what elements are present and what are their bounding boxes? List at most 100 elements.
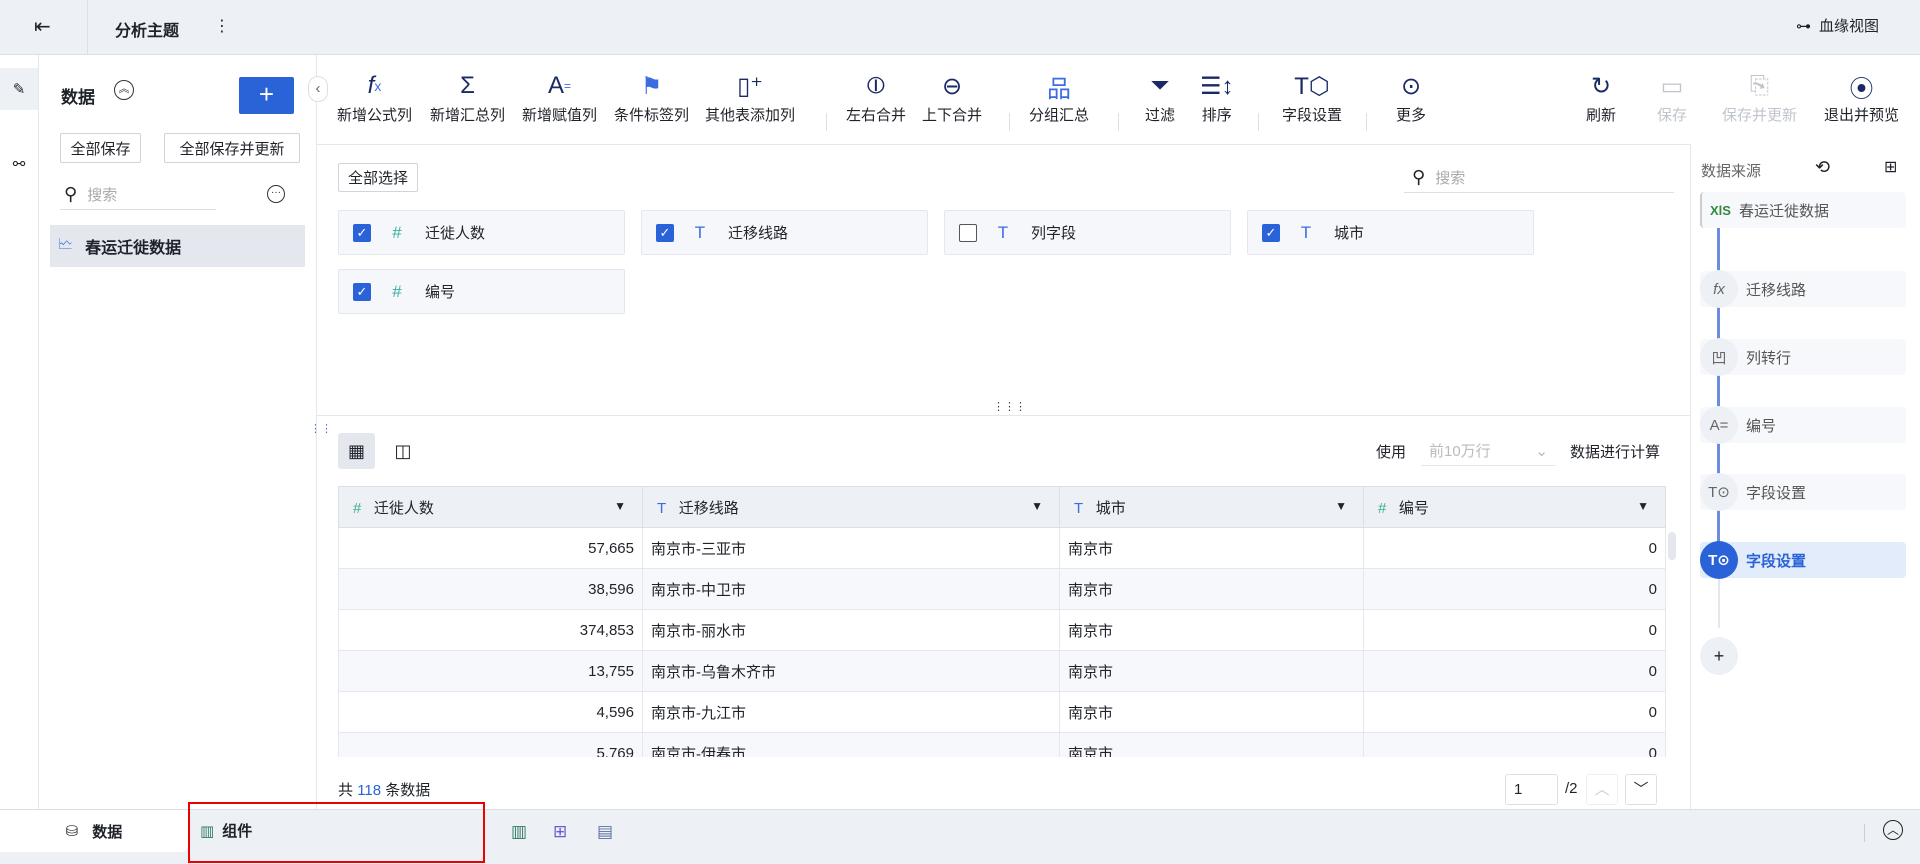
page-input[interactable]: 1 <box>1505 774 1558 805</box>
xls-icon: XlS <box>1710 202 1731 218</box>
caret-down-icon[interactable]: ▼ <box>1637 499 1649 513</box>
layout-view-button[interactable]: ◫ <box>388 433 418 469</box>
sort-icon: ☰↕ <box>1200 72 1234 100</box>
refresh-button[interactable]: ↻ 刷新 <box>1586 68 1616 125</box>
rows-select[interactable]: 前10万行 ⌄ <box>1421 436 1556 466</box>
data-edit-icon[interactable]: ✎ <box>0 68 38 110</box>
column-header[interactable]: # 迁徙人数 ▼ <box>338 486 643 528</box>
field-settings-button[interactable]: T⬡ 字段设置 <box>1282 68 1342 125</box>
add-report-icon[interactable]: ▤ <box>597 822 613 842</box>
field-card[interactable]: ✓ T 迁移线路 <box>641 210 928 255</box>
field-label: 编号 <box>425 284 456 301</box>
add-assign-column-button[interactable]: A = 新增赋值列 <box>522 68 597 125</box>
add-step-button[interactable]: + <box>1700 637 1738 675</box>
step-label: 编号 <box>1746 417 1777 435</box>
more-icon[interactable]: ··· <box>267 185 285 203</box>
step-node[interactable]: T⊙ 字段设置 <box>1700 473 1906 511</box>
step-node-active[interactable]: T⊙ 字段设置 <box>1700 541 1906 579</box>
save-button[interactable]: ▭ 保存 <box>1657 68 1687 125</box>
swap-icon[interactable]: ⊞ <box>1884 157 1897 177</box>
table-cell: 57,665 <box>338 527 643 569</box>
exit-icon[interactable]: ⇤ <box>34 14 51 39</box>
add-button[interactable]: + <box>239 77 294 114</box>
table-row[interactable]: 4,596 南京市-九江市 南京市 0 <box>338 691 1666 733</box>
search-input[interactable]: ⚲ 搜索 <box>60 180 216 210</box>
column-header[interactable]: T 迁移线路 ▼ <box>642 486 1060 528</box>
other-table-column-button[interactable]: ▯⁺ 其他表添加列 <box>705 68 795 125</box>
table-cell: 南京市 <box>1059 691 1364 733</box>
grid-view-button[interactable]: ▦ <box>338 433 375 469</box>
field-card[interactable]: T 列字段 <box>944 210 1231 255</box>
sort-button[interactable]: ☰↕ 排序 <box>1200 68 1234 125</box>
save-update-button[interactable]: ⎘ 保存并更新 <box>1722 68 1797 125</box>
checkbox-checked[interactable]: ✓ <box>656 223 674 242</box>
step-node[interactable]: 凹列转行 <box>1700 338 1906 376</box>
table-cell: 38,596 <box>338 568 643 610</box>
add-chart-icon[interactable]: ▥ <box>511 822 527 842</box>
checkbox-checked[interactable]: ✓ <box>1262 223 1280 242</box>
scrollbar[interactable] <box>1668 532 1676 560</box>
step-node[interactable]: fx 迁移线路 <box>1700 270 1906 308</box>
prev-page-button[interactable]: ︿ <box>1586 774 1618 805</box>
next-page-button[interactable]: ﹀ <box>1625 774 1657 805</box>
field-card[interactable]: ✓ # 迁徙人数 <box>338 210 625 255</box>
caret-down-icon[interactable]: ▼ <box>1031 499 1043 513</box>
add-table-icon[interactable]: ⊞ <box>553 822 567 842</box>
select-all-button[interactable]: 全部选择 <box>338 163 418 192</box>
table-row[interactable]: 374,853 南京市-丽水市 南京市 0 <box>338 609 1666 651</box>
step-node[interactable]: A= 编号 <box>1700 406 1906 444</box>
merge-lr-icon: ⦶ <box>867 72 885 99</box>
tool-label: 退出并预览 <box>1824 107 1900 124</box>
assign-icon: A= <box>1700 406 1738 444</box>
column-header[interactable]: # 编号 ▼ <box>1363 486 1666 528</box>
more-menu-icon[interactable]: ⋮ <box>214 16 230 36</box>
flow-icon[interactable]: ⚯ <box>0 155 38 173</box>
exit-preview-button[interactable]: ⦿ 退出并预览 <box>1824 68 1899 125</box>
caret-down-icon[interactable]: ▼ <box>1335 499 1347 513</box>
condition-label-column-button[interactable]: ⚑ 条件标签列 <box>614 68 689 125</box>
page-title: 分析主题 <box>115 23 180 40</box>
add-formula-column-button[interactable]: f x 新增公式列 <box>337 68 412 125</box>
use-label: 使用 <box>1376 444 1407 461</box>
table-cell: 南京市 <box>1059 609 1364 651</box>
column-to-row-icon: 凹 <box>1700 338 1738 376</box>
list-item[interactable]: 🗠 春运迁徙数据 <box>50 225 305 267</box>
table-row[interactable]: 13,755 南京市-乌鲁木齐市 南京市 0 <box>338 650 1666 692</box>
source-node[interactable]: XlS 春运迁徙数据 <box>1700 192 1906 228</box>
collapse-panel-button[interactable]: ‹ <box>308 76 328 102</box>
left-right-merge-button[interactable]: ⦶ 左右合并 <box>846 68 906 125</box>
top-bar: ⇤ 分析主题 ⋮ ⊶ 血缘视图 <box>0 0 1920 55</box>
field-label: 列字段 <box>1031 225 1077 242</box>
table-row[interactable]: 57,665 南京市-三亚市 南京市 0 <box>338 527 1666 569</box>
group-summary-button[interactable]: 品分组汇总 <box>1029 68 1089 125</box>
column-header[interactable]: T 城市 ▼ <box>1059 486 1364 528</box>
merge-tb-icon: ⊖ <box>941 72 963 100</box>
save-all-button[interactable]: 全部保存 <box>60 133 141 163</box>
history-icon[interactable]: ⟲ <box>1815 157 1830 178</box>
lineage-view-button[interactable]: ⊶ 血缘视图 <box>1796 15 1879 36</box>
field-search-input[interactable]: ⚲ 搜索 <box>1404 162 1674 193</box>
table-row[interactable]: 38,596 南京市-中卫市 南京市 0 <box>338 568 1666 610</box>
resize-divider[interactable] <box>317 415 1690 416</box>
checkbox-checked[interactable]: ✓ <box>353 223 371 242</box>
checkbox-checked[interactable]: ✓ <box>353 282 371 301</box>
collapse-icon[interactable]: ︽ <box>114 80 134 100</box>
tool-label: 刷新 <box>1586 107 1617 124</box>
field-card[interactable]: ✓ # 编号 <box>338 269 625 314</box>
tab-data[interactable]: ⛁ 数据 <box>0 810 188 852</box>
filter-button[interactable]: ⏷ 过滤 <box>1145 68 1175 125</box>
save-all-update-button[interactable]: 全部保存并更新 <box>164 133 300 163</box>
top-bottom-merge-button[interactable]: ⊖ 上下合并 <box>922 68 982 125</box>
tool-label: 过滤 <box>1145 107 1176 124</box>
caret-down-icon[interactable]: ▼ <box>614 499 626 513</box>
drag-handle-icon[interactable]: ⋮⋮ <box>310 422 332 435</box>
expand-up-icon[interactable]: ︿ <box>1883 820 1903 840</box>
text-type-icon: T <box>997 222 1009 242</box>
drag-handle-icon[interactable]: ⋮⋮⋮ <box>993 402 1026 413</box>
add-summary-column-button[interactable]: Σ 新增汇总列 <box>430 68 505 125</box>
dataset-icon: 🗠 <box>58 235 74 253</box>
more-button[interactable]: ⊙ 更多 <box>1396 68 1426 125</box>
field-card[interactable]: ✓ T 城市 <box>1247 210 1534 255</box>
save-icon: ▭ <box>1660 72 1684 100</box>
checkbox-unchecked[interactable] <box>959 223 977 242</box>
